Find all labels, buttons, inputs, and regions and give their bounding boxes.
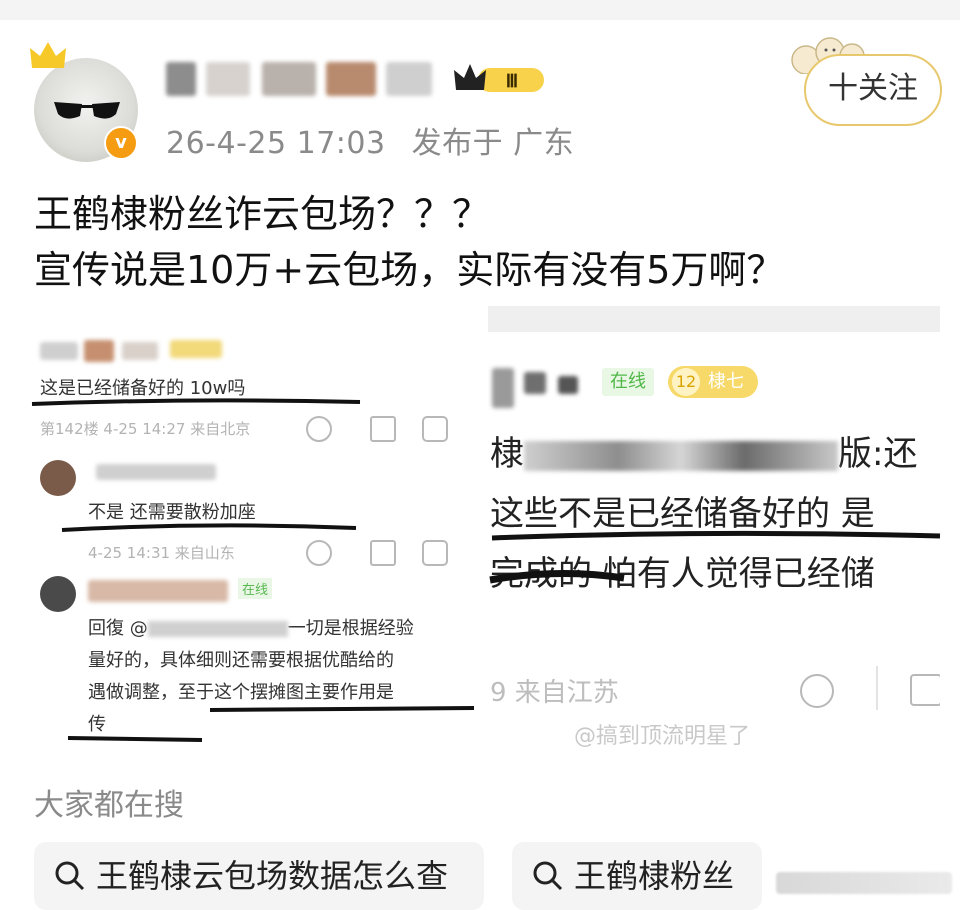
post-body: 王鹤棣粉丝诈云包场？？？ 宣传说是10万+云包场，实际有没有5万啊？ <box>34 186 784 298</box>
ink-underline <box>67 736 203 742</box>
redacted-name <box>524 372 546 394</box>
online-tag: 在线 <box>602 368 654 396</box>
trending-search-title: 大家都在搜 <box>34 788 184 823</box>
level-badge-text: Ⅲ <box>506 71 518 91</box>
screenshot-top-strip <box>488 306 940 332</box>
redacted-name <box>88 580 228 602</box>
ink-underline <box>61 523 357 532</box>
share-icon[interactable] <box>370 540 396 566</box>
commenter-avatar[interactable] <box>40 576 76 612</box>
ink-scribble <box>489 530 941 584</box>
embedded-screenshot-left: 这是已经储备好的 10w吗 第142楼 4-25 14:27 来自北京 不是 还… <box>30 332 486 762</box>
commenter-avatar[interactable] <box>40 460 76 496</box>
ink-underline <box>209 706 475 712</box>
level-badge-redacted <box>170 340 222 358</box>
comment-3-line-2: 量好的，具体细则还需要根据优酷给的 <box>88 650 394 671</box>
dislike-icon[interactable] <box>306 416 332 442</box>
post-location: 发布于 广东 <box>411 126 575 161</box>
comment-icon[interactable] <box>422 540 448 566</box>
comment-3-line-1: 回復 @ 一切是根据经验 <box>88 618 414 639</box>
search-chip-1[interactable]: 王鹤棣云包场数据怎么查 <box>34 842 484 910</box>
post-time: 26-4-25 17:03 <box>166 126 386 161</box>
redacted-name <box>96 464 216 480</box>
share-icon[interactable] <box>910 674 940 706</box>
share-icon[interactable] <box>370 416 396 442</box>
fan-level-name: 棣七 <box>708 371 744 392</box>
dislike-icon[interactable] <box>800 674 834 708</box>
top-edge-bar <box>0 0 960 20</box>
search-chip-label: 王鹤棣粉丝 <box>574 857 735 895</box>
redacted-name <box>84 340 114 362</box>
online-tag: 在线 <box>238 578 273 599</box>
fan-level-number: 12 <box>672 368 700 396</box>
dislike-icon[interactable] <box>306 540 332 566</box>
divider <box>876 666 878 710</box>
comment-3-line-3: 遇做调整，至于这个摆摊图主要作用是 <box>88 682 394 703</box>
fan-level-badge: 12 棣七 <box>668 366 758 398</box>
corner-watermark <box>776 872 952 894</box>
search-chip-label: 王鹤棣云包场数据怎么查 <box>96 857 449 895</box>
reply-line-1: 棣版:还 <box>490 434 918 474</box>
comment-1-meta: 第142楼 4-25 14:27 来自北京 <box>40 420 251 438</box>
redacted-name <box>558 376 578 394</box>
weibo-watermark: @搞到顶流明星了 <box>574 724 751 749</box>
search-icon <box>55 861 85 891</box>
verified-badge: v <box>104 126 138 160</box>
redacted-name <box>122 342 158 360</box>
level-crown-badge-icon: Ⅲ <box>454 64 544 92</box>
redacted-name <box>492 368 514 408</box>
follow-button[interactable]: 十关注 <box>804 54 942 126</box>
comment-2-meta: 4-25 14:31 来自山东 <box>88 544 235 562</box>
reply-meta: 9 来自江苏 <box>490 678 619 708</box>
author-name-redacted[interactable] <box>166 62 436 100</box>
comment-icon[interactable] <box>422 416 448 442</box>
post-meta: 26-4-25 17:03 发布于 广东 <box>166 118 574 162</box>
ink-underline <box>31 398 361 406</box>
post-line-2: 宣传说是10万+云包场，实际有没有5万啊？ <box>34 248 785 292</box>
search-icon <box>533 861 563 891</box>
redacted-name <box>40 342 78 360</box>
post-line-1: 王鹤棣粉丝诈云包场？？？ <box>34 192 491 236</box>
crown-icon <box>30 42 66 68</box>
search-chip-2[interactable]: 王鹤棣粉丝 <box>512 842 762 910</box>
sunglasses-icon <box>54 102 120 119</box>
